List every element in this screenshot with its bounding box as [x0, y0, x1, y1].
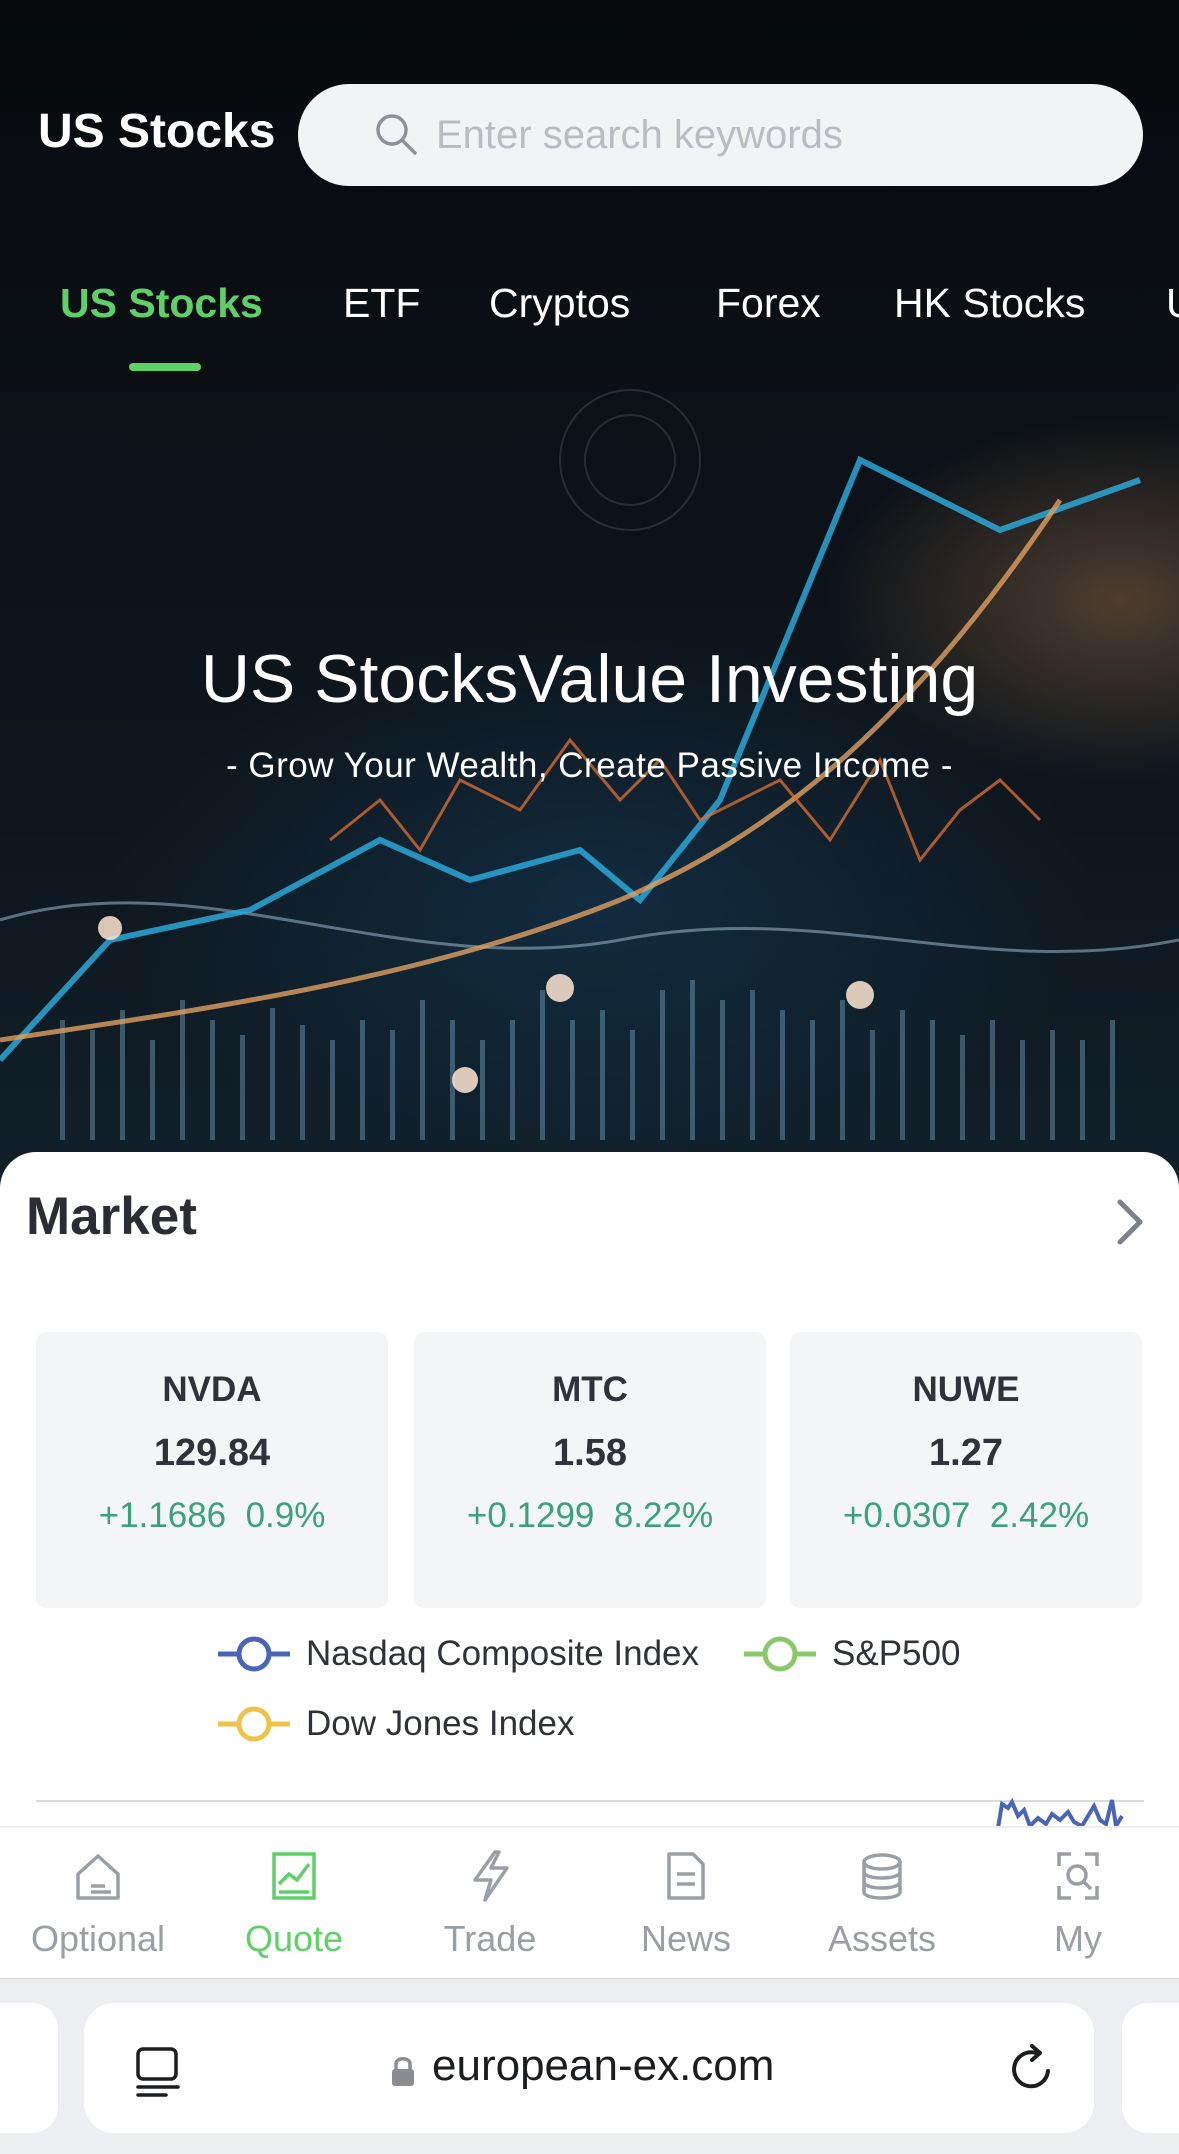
page-title: US Stocks [38, 105, 276, 158]
quote-symbol: NUWE [912, 1370, 1020, 1409]
home-icon [76, 1854, 120, 1900]
nav-label: News [640, 1918, 732, 1959]
legend-label: S&P500 [832, 1634, 961, 1673]
tab-overflow[interactable]: U [1166, 280, 1179, 327]
market-tabs: US Stocks ETF Cryptos Forex HK Stocks U [0, 280, 1179, 370]
quote-change: +0.1299 8.22% [466, 1496, 714, 1535]
tab-us-stocks[interactable]: US Stocks [60, 280, 263, 327]
search-input[interactable] [436, 110, 1096, 160]
browser-bar: european-ex.com [0, 1978, 1179, 2154]
chart-baseline [36, 1800, 1144, 1802]
legend-item-nasdaq[interactable]: Nasdaq Composite Index [216, 1634, 699, 1674]
tab-forex[interactable]: Forex [716, 280, 821, 327]
quote-symbol: MTC [552, 1370, 628, 1409]
search-box[interactable] [298, 84, 1143, 186]
document-icon [667, 1852, 705, 1900]
search-icon [376, 114, 417, 155]
banner-subtitle: - Grow Your Wealth, Create Passive Incom… [226, 746, 953, 785]
legend-label: Dow Jones Index [306, 1704, 575, 1743]
tab-overview-icon[interactable] [134, 2045, 182, 2097]
legend-label: Nasdaq Composite Index [306, 1634, 699, 1673]
next-tab-preview[interactable] [1122, 2003, 1179, 2133]
quote-price: 1.27 [929, 1432, 1003, 1474]
quote-card-mtc[interactable]: MTC 1.58 +0.1299 8.22% [414, 1332, 766, 1608]
reload-icon[interactable] [1006, 2043, 1058, 2095]
nav-label: Assets [827, 1918, 937, 1959]
legend-item-dow-jones[interactable]: Dow Jones Index [216, 1704, 574, 1744]
chevron-right-icon[interactable] [1108, 1192, 1152, 1252]
quote-price: 1.58 [553, 1432, 627, 1474]
nav-trade[interactable]: Trade [392, 1828, 588, 1980]
quote-card-nuwe[interactable]: NUWE 1.27 +0.0307 2.42% [790, 1332, 1142, 1608]
address-bar[interactable]: european-ex.com [84, 2003, 1094, 2133]
nav-assets[interactable]: Assets [784, 1828, 980, 1980]
nav-news[interactable]: News [588, 1828, 784, 1980]
nav-label: Optional [30, 1918, 166, 1959]
previous-tab-preview[interactable] [0, 2003, 58, 2133]
quote-change: +1.1686 0.9% [98, 1496, 326, 1535]
legend-marker-icon [218, 1706, 290, 1742]
market-title: Market [26, 1187, 197, 1246]
lock-icon [392, 2057, 414, 2086]
legend-marker-icon [218, 1636, 290, 1672]
quote-change: +0.0307 2.42% [842, 1496, 1090, 1535]
quote-symbol: NVDA [162, 1370, 262, 1409]
chart-icon [272, 1852, 316, 1900]
tab-etf[interactable]: ETF [343, 280, 420, 327]
lightning-icon [473, 1850, 509, 1902]
quote-card-nvda[interactable]: NVDA 129.84 +1.1686 0.9% [36, 1332, 388, 1608]
nav-label: Quote [244, 1918, 344, 1959]
banner-title: US StocksValue Investing [200, 641, 979, 717]
index-chart-preview [996, 1797, 1124, 1828]
top-bar: US Stocks [0, 84, 1179, 186]
tab-cryptos[interactable]: Cryptos [489, 280, 630, 327]
url-text: european-ex.com [432, 2041, 775, 2090]
nav-optional[interactable]: Optional [0, 1828, 196, 1980]
nav-label: Trade [443, 1918, 537, 1959]
nav-quote[interactable]: Quote [196, 1828, 392, 1980]
tab-hk-stocks[interactable]: HK Stocks [894, 280, 1085, 327]
active-tab-indicator [129, 363, 201, 371]
nav-label: My [1054, 1918, 1102, 1959]
profile-scan-icon [1057, 1852, 1099, 1900]
bottom-navigation: Optional Quote Trade News Assets My [0, 1826, 1179, 1978]
coins-icon [862, 1853, 902, 1900]
legend-marker-icon [744, 1636, 816, 1672]
hero-banner: US Stocks US Stocks ETF Cryptos Forex HK… [0, 0, 1179, 1180]
nav-my[interactable]: My [980, 1828, 1176, 1980]
quote-price: 129.84 [153, 1432, 271, 1474]
legend-item-sp500[interactable]: S&P500 [742, 1634, 960, 1674]
